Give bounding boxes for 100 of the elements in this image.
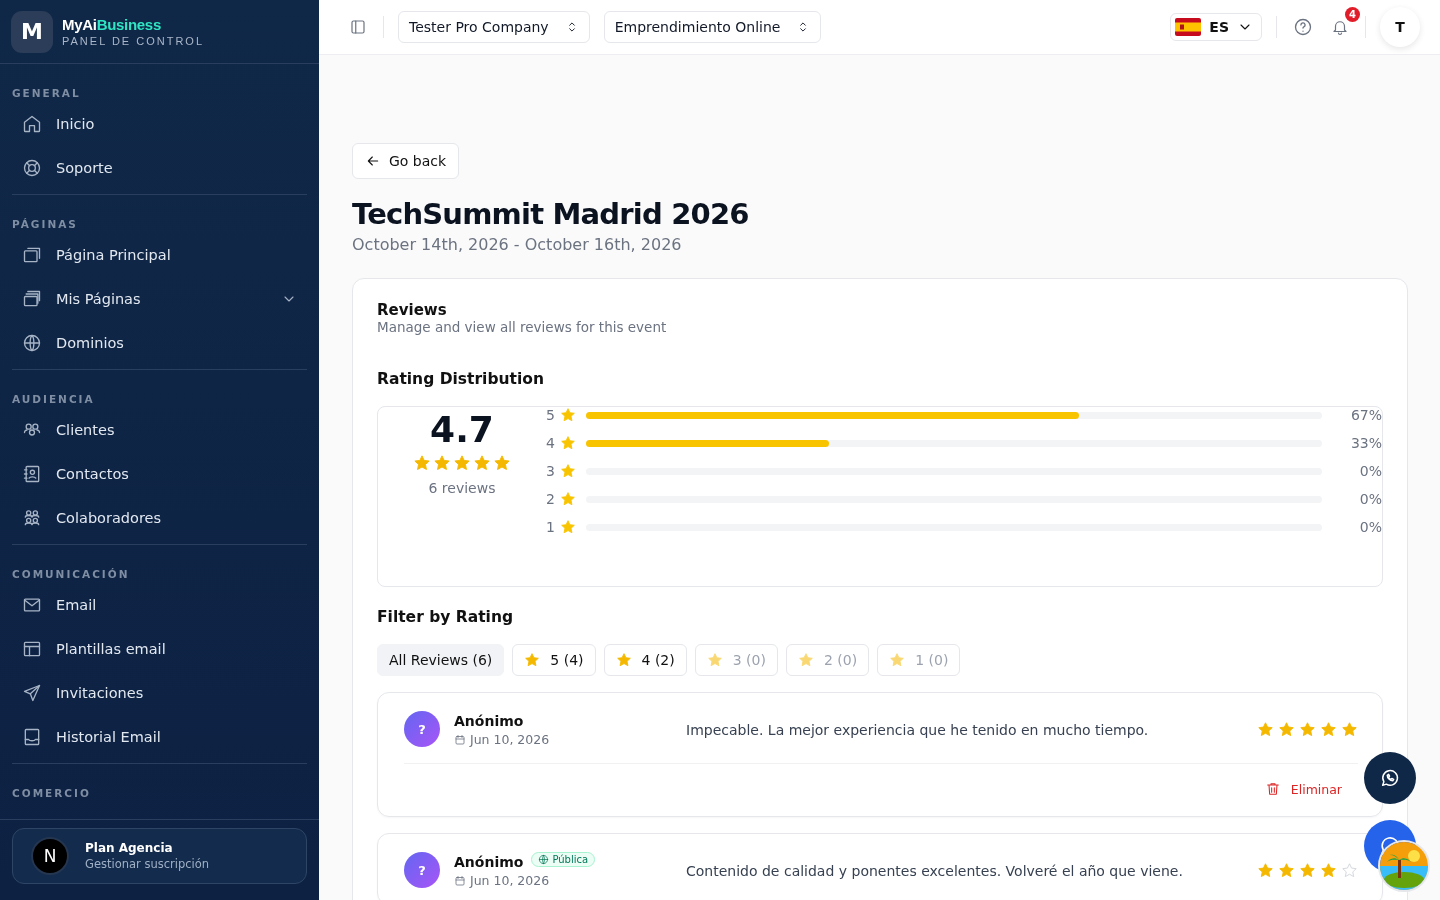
flag-icon xyxy=(1175,18,1202,36)
rating-label: 3 xyxy=(546,463,556,479)
brand-subtitle: PANEL DE CONTROL xyxy=(62,35,205,47)
team-icon xyxy=(22,508,42,528)
sidebar-item[interactable]: Página Principal xyxy=(12,233,307,277)
filter-chip[interactable]: 4 (2) xyxy=(603,644,687,676)
contact-book-icon xyxy=(22,464,42,484)
send-icon xyxy=(22,683,42,703)
event-title: TechSummit Madrid 2026 xyxy=(352,197,750,231)
inbox-icon xyxy=(22,727,42,747)
notification-badge: 4 xyxy=(1345,7,1360,22)
rating-label: 2 xyxy=(546,491,556,507)
plan-subtitle: Gestionar suscripción xyxy=(85,857,210,871)
section-label: AUDIENCIA xyxy=(12,393,95,407)
rating-percent: 0% xyxy=(1358,463,1382,479)
user-avatar[interactable]: T xyxy=(1380,7,1420,47)
star-icon xyxy=(889,652,906,668)
filter-chip[interactable]: All Reviews (6) xyxy=(377,644,505,676)
support-icon xyxy=(22,158,42,178)
star-icon xyxy=(1257,862,1274,879)
app-logo: M xyxy=(11,10,53,53)
back-button[interactable]: Go back xyxy=(352,143,460,179)
rating-percent: 33% xyxy=(1349,435,1382,451)
filter-title: Filter by Rating xyxy=(377,608,514,626)
delete-button[interactable]: Eliminar xyxy=(1258,780,1348,798)
star-icon xyxy=(615,652,632,668)
star-icon xyxy=(1320,862,1337,879)
reviewer-name: Anónimo xyxy=(454,854,524,870)
star-icon xyxy=(493,454,511,472)
sidebar-icon xyxy=(349,18,367,36)
sidebar-item[interactable]: Colaboradores xyxy=(12,496,307,540)
sidebar-item[interactable]: Mis Páginas xyxy=(12,277,307,321)
sidebar-item[interactable]: Plantillas email xyxy=(12,627,307,671)
help-icon xyxy=(1293,17,1313,37)
star-icon xyxy=(797,652,814,668)
review-date: Jun 10, 2026 xyxy=(470,873,550,888)
section-title: Reviews xyxy=(377,301,448,319)
star-icon xyxy=(413,454,431,472)
sidebar-item[interactable]: Clientes xyxy=(12,408,307,452)
home-icon xyxy=(22,114,42,134)
section-subtitle: Manage and view all reviews for this event xyxy=(377,319,668,335)
review-text: Impecable. La mejor experiencia que he tenido en mucho tiempo. xyxy=(686,721,1150,738)
section-label: PÁGINAS xyxy=(12,218,78,232)
bell-icon xyxy=(1331,18,1349,36)
distribution-title: Rating Distribution xyxy=(377,370,544,388)
star-icon xyxy=(1299,862,1316,879)
star-icon xyxy=(433,454,451,472)
star-icon xyxy=(473,454,491,472)
section-label: COMUNICACIÓN xyxy=(12,568,130,582)
review-text: Contenido de calidad y ponentes excelentes. Volveré el año que viene. xyxy=(686,862,1184,879)
star-icon xyxy=(1320,721,1337,738)
plan-card[interactable]: N Plan Agencia Gestionar suscripción xyxy=(12,828,307,884)
project-selector[interactable]: Emprendimiento Online xyxy=(603,11,822,43)
star-icon xyxy=(1278,721,1295,738)
trash-icon xyxy=(1264,781,1281,797)
star-icon xyxy=(560,463,576,479)
windows-icon xyxy=(22,289,42,309)
sidebar-item[interactable]: Soporte xyxy=(12,146,307,190)
filter-chip[interactable]: 5 (4) xyxy=(512,644,596,676)
review-date: Jun 10, 2026 xyxy=(470,732,550,747)
rating-percent: 0% xyxy=(1358,491,1382,507)
arrow-left-icon xyxy=(365,153,381,169)
star-icon xyxy=(1278,862,1295,879)
star-icon xyxy=(560,491,576,507)
plan-title: Plan Agencia xyxy=(85,841,174,855)
section-label: GENERAL xyxy=(12,87,81,101)
sidebar-item[interactable]: Historial Email xyxy=(12,715,307,759)
language-selector[interactable]: ES xyxy=(1170,13,1262,41)
sidebar-item[interactable]: Invitaciones xyxy=(12,671,307,715)
rating-percent: 67% xyxy=(1349,407,1382,423)
star-icon xyxy=(1299,721,1316,738)
sidebar-item[interactable]: Inicio xyxy=(12,102,307,146)
sidebar-item[interactable]: Email xyxy=(12,583,307,627)
rating-label: 5 xyxy=(546,407,556,423)
section-label: COMERCIO xyxy=(12,787,91,801)
company-selector[interactable]: Tester Pro Company xyxy=(398,11,590,43)
sidebar-item[interactable]: Dominios xyxy=(12,321,307,365)
star-icon xyxy=(560,407,576,423)
reviewer-avatar: ? xyxy=(404,852,440,888)
windows-icon xyxy=(22,245,42,265)
star-icon xyxy=(560,435,576,451)
sidebar-item[interactable]: Contactos xyxy=(12,452,307,496)
reviewer-name: Anónimo xyxy=(454,713,524,729)
layout-icon xyxy=(22,639,42,659)
star-icon xyxy=(560,519,576,535)
star-icon xyxy=(524,652,541,668)
star-icon xyxy=(453,454,471,472)
calendar-icon xyxy=(454,733,466,746)
brand-name: MyAiBusiness xyxy=(62,16,162,33)
average-rating: 4.7 xyxy=(430,409,494,450)
rating-label: 1 xyxy=(546,519,556,535)
event-dates: October 14th, 2026 - October 16th, 2026 xyxy=(352,235,682,254)
reviewer-avatar: ? xyxy=(404,711,440,747)
star-icon xyxy=(1341,721,1358,738)
plan-avatar: N xyxy=(31,837,69,875)
calendar-icon xyxy=(454,874,466,887)
rating-label: 4 xyxy=(546,435,556,451)
globe-icon xyxy=(22,333,42,353)
public-badge: Pública xyxy=(531,852,596,867)
rating-percent: 0% xyxy=(1358,519,1382,535)
